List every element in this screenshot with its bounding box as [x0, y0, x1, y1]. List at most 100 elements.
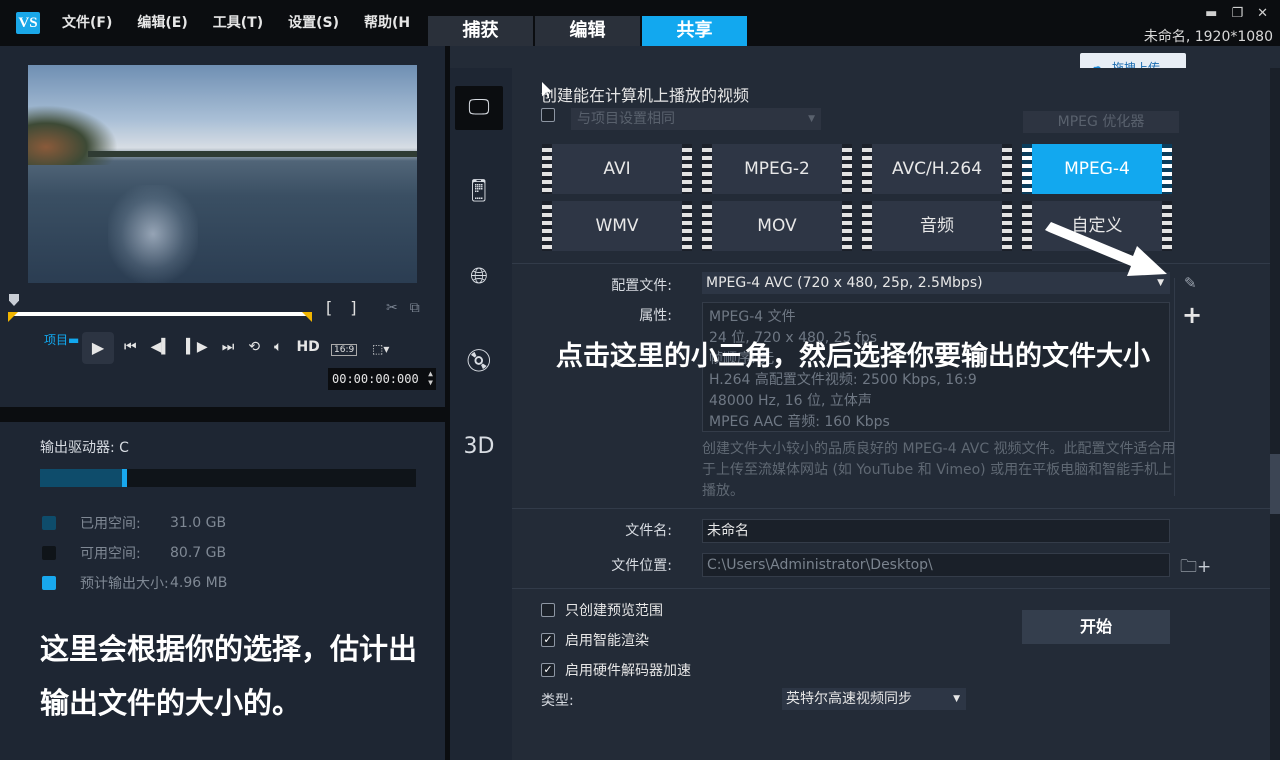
same-as-project-checkbox[interactable] [541, 108, 555, 122]
panel-divider-horizontal[interactable] [0, 407, 445, 422]
property-line: MPEG AAC 音频: 160 Kbps [709, 414, 890, 430]
menu-bar: 文件(F) 编辑(E) 工具(T) 设置(S) 帮助(H [62, 12, 435, 32]
browse-folder-icon[interactable]: 🗀︎+ [1180, 554, 1211, 583]
playhead-handle[interactable] [9, 294, 19, 306]
tab-edit[interactable]: 编辑 [535, 16, 640, 46]
annotation-right: 点击这里的小三角，然后选择你要输出的文件大小 [556, 341, 1150, 372]
play-button[interactable]: ▶ [82, 332, 114, 364]
timecode-stepper-icon[interactable]: ▲ ▼ [428, 369, 433, 387]
mark-out-icon[interactable]: ] [350, 298, 356, 317]
menu-settings[interactable]: 设置(S) [288, 12, 339, 32]
properties-label: 属性: [639, 308, 672, 324]
legend-estimated: 预计输出大小: 4.96 MB [42, 568, 227, 598]
tab-capture[interactable]: 捕获 [428, 16, 533, 46]
preview-panel: [ ] ✂ ⧉ 项目▬ ▶ ⏮ ◀▍ ▍▶ ⏭ ⟲ 🔈︎ HD 16:9 ⬚▾ … [0, 52, 445, 407]
repeat-icon[interactable]: ⟲ [248, 339, 260, 355]
3d-icon[interactable]: 3D [455, 425, 503, 469]
option-smart-render[interactable]: ✓ 启用智能渲染 [541, 630, 649, 650]
start-button[interactable]: 开始 [1022, 610, 1170, 644]
file-location-label: 文件位置: [611, 558, 672, 574]
project-mode-label[interactable]: 项目▬ [44, 331, 79, 348]
play-icon: ▶ [91, 338, 105, 357]
menu-edit[interactable]: 编辑(E) [137, 12, 187, 32]
aspect-ratio-selector[interactable]: 16:9 [331, 344, 358, 356]
previous-frame-icon[interactable]: ◀▍ [151, 339, 173, 355]
title-bar: VS 文件(F) 编辑(E) 工具(T) 设置(S) 帮助(H 捕获 编辑 共享… [0, 0, 1280, 46]
disc-icon[interactable]: 💿︎ [455, 340, 503, 384]
scrollbar-thumb[interactable] [1270, 454, 1280, 514]
menu-file[interactable]: 文件(F) [62, 12, 112, 32]
preview-video[interactable] [28, 65, 417, 283]
split-scissors-icon[interactable]: ✂ [386, 300, 398, 316]
legend-swatch [42, 516, 56, 530]
checkbox[interactable] [541, 603, 555, 617]
format-mov[interactable]: MOV [702, 201, 852, 251]
scrub-track[interactable] [10, 312, 310, 316]
annotation-arrow-icon [1045, 222, 1167, 276]
checkbox-checked[interactable]: ✓ [541, 663, 555, 677]
mpeg-optimizer-button: MPEG 优化器 [1023, 111, 1179, 133]
restore-icon[interactable]: ❐ [1231, 6, 1243, 21]
video-shoreline [88, 151, 417, 157]
tab-share[interactable]: 共享 [642, 16, 747, 46]
legend-free: 可用空间: 80.7 GB [42, 538, 227, 568]
hd-preview-toggle[interactable]: HD [296, 339, 319, 355]
estimated-size-fill [122, 469, 127, 487]
edit-pencil-icon[interactable]: ✎ [1184, 274, 1197, 292]
format-wmv[interactable]: WMV [542, 201, 692, 251]
workspace-tabs: 捕获 编辑 共享 [428, 16, 747, 46]
close-icon[interactable]: ✕ [1257, 6, 1268, 21]
video-sun-glare [108, 185, 198, 283]
legend-used: 已用空间: 31.0 GB [42, 508, 227, 538]
go-to-start-icon[interactable]: ⏮ [124, 339, 137, 355]
device-icon[interactable]: 📱︎ [455, 170, 503, 214]
enlarge-preview-icon[interactable]: ⧉ [410, 300, 420, 316]
type-dropdown[interactable]: 英特尔高速视频同步 ▼ [782, 688, 966, 710]
go-to-end-icon[interactable]: ⏭ [222, 339, 235, 355]
vertical-scrollbar[interactable] [1270, 68, 1280, 760]
property-line: H.264 高配置文件视频: 2500 Kbps, 16:9 [709, 372, 977, 388]
format-avc-h264[interactable]: AVC/H.264 [862, 144, 1012, 194]
divider [512, 508, 1270, 509]
add-plus-icon[interactable]: + [1182, 301, 1202, 329]
chevron-down-icon[interactable]: ▼ [953, 688, 960, 710]
minimize-icon[interactable]: ▬ [1205, 6, 1217, 21]
format-mpeg2[interactable]: MPEG-2 [702, 144, 852, 194]
legend-value: 4.96 MB [170, 575, 228, 591]
type-label: 类型: [541, 693, 574, 709]
next-frame-icon[interactable]: ▍▶ [186, 339, 208, 355]
legend-value: 31.0 GB [170, 515, 227, 531]
checkbox-checked[interactable]: ✓ [541, 633, 555, 647]
file-location-input[interactable]: C:\Users\Administrator\Desktop\ [702, 553, 1170, 577]
share-heading: 创建能在计算机上播放的视频 [541, 86, 750, 105]
menu-help[interactable]: 帮助(H [364, 12, 410, 32]
trim-start-marker[interactable] [8, 312, 18, 322]
profile-description: 创建文件大小较小的品质良好的 MPEG-4 AVC 视频文件。此配置文件适合用于… [702, 441, 1176, 499]
menu-tools[interactable]: 工具(T) [213, 12, 263, 32]
option-preview-range[interactable]: 只创建预览范围 [541, 600, 663, 620]
drive-legend: 已用空间: 31.0 GB 可用空间: 80.7 GB 预计输出大小: 4.96… [42, 508, 227, 598]
format-audio[interactable]: 音频 [862, 201, 1012, 251]
chevron-down-icon: ▼ [808, 114, 815, 124]
share-panel: ☁拖拽上传 🖵 📱︎ 🌐︎ 💿︎ 3D 创建能在计算机上播放的视频 与项目设置相… [450, 46, 1280, 760]
legend-value: 80.7 GB [170, 545, 227, 561]
option-hw-decoder[interactable]: ✓ 启用硬件解码器加速 [541, 660, 691, 680]
trim-end-marker[interactable] [302, 312, 312, 322]
timecode-field[interactable]: 00:00:00:000 ▲ ▼ [328, 368, 436, 390]
legend-key: 预计输出大小: [80, 576, 169, 592]
drive-info-panel: 输出驱动器: C 已用空间: 31.0 GB 可用空间: 80.7 GB 预计输… [0, 422, 445, 760]
volume-icon[interactable]: 🔈︎ [274, 339, 282, 355]
legend-key: 可用空间: [80, 546, 141, 562]
web-globe-icon[interactable]: 🌐︎ [455, 255, 503, 299]
share-category-sidebar: 🖵 📱︎ 🌐︎ 💿︎ 3D [450, 68, 512, 760]
format-avi[interactable]: AVI [542, 144, 692, 194]
resize-icon[interactable]: ⬚▾ [372, 342, 389, 356]
filename-input[interactable]: 未命名 [702, 519, 1170, 543]
project-title: 未命名, 1920*1080 [1143, 29, 1273, 45]
drive-usage-bar [40, 469, 416, 487]
mark-in-icon[interactable]: [ [326, 298, 332, 317]
legend-swatch [42, 576, 56, 590]
property-line: 48000 Hz, 16 位, 立体声 [709, 393, 872, 409]
format-mpeg4[interactable]: MPEG-4 [1022, 144, 1172, 194]
computer-icon[interactable]: 🖵 [455, 86, 503, 130]
